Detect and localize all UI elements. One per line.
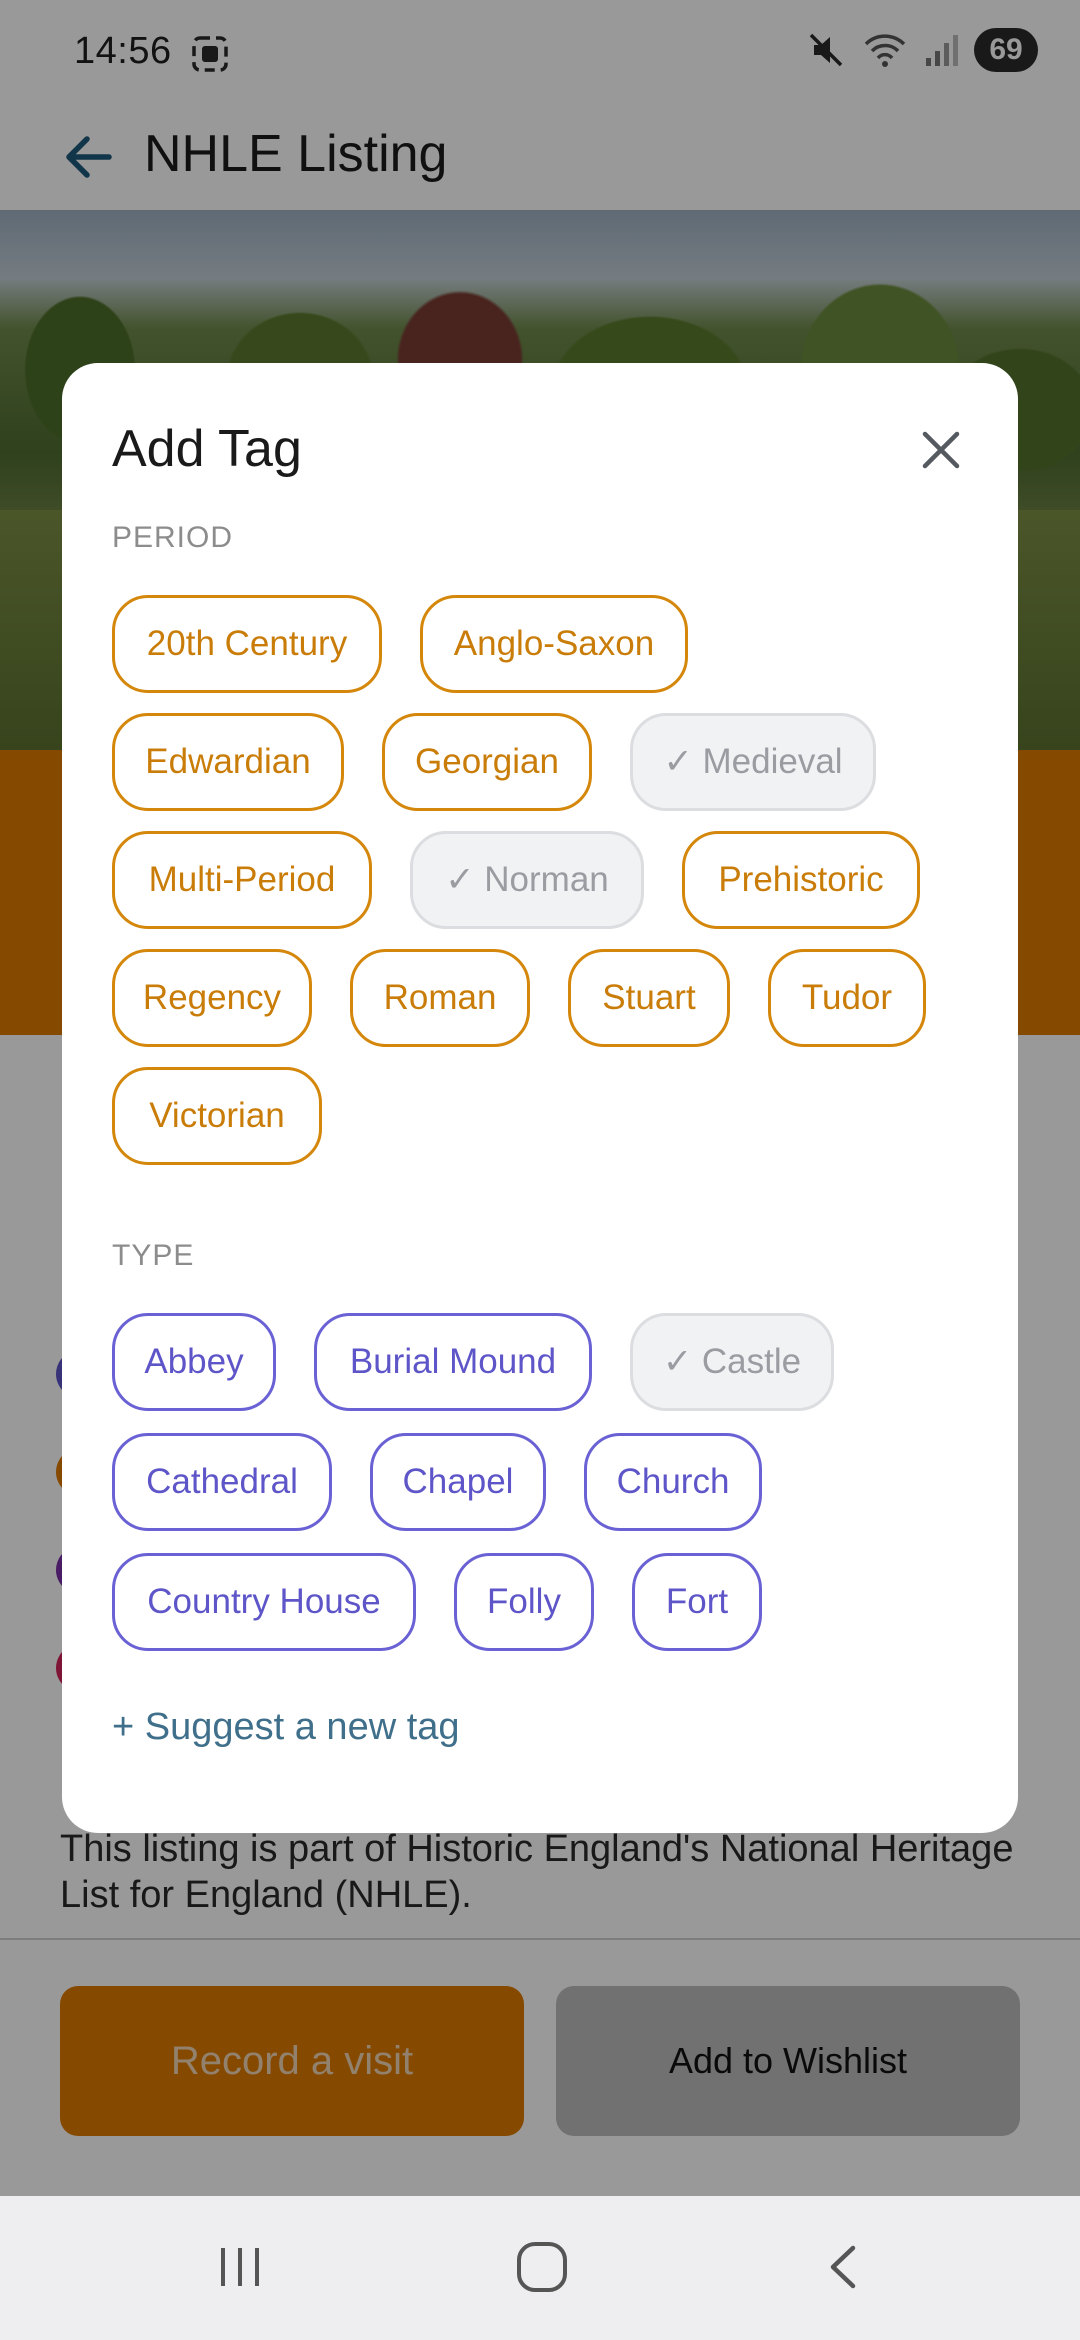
tag-chip-folly[interactable]: Folly: [454, 1553, 594, 1651]
tag-chip-multi-period[interactable]: Multi-Period: [112, 831, 372, 929]
tag-chip-anglo-saxon[interactable]: Anglo-Saxon: [420, 595, 688, 693]
tag-chip-church[interactable]: Church: [584, 1433, 762, 1531]
tag-chip-medieval[interactable]: ✓ Medieval: [630, 713, 876, 811]
period-section-label: PERIOD: [112, 521, 234, 554]
type-section-label: TYPE: [112, 1239, 195, 1272]
add-tag-dialog: Add Tag PERIOD 20th Century Anglo-Saxon …: [62, 363, 1018, 1833]
tag-chip-roman[interactable]: Roman: [350, 949, 530, 1047]
tag-chip-georgian[interactable]: Georgian: [382, 713, 592, 811]
tag-chip-castle[interactable]: ✓ Castle: [630, 1313, 834, 1411]
dialog-title: Add Tag: [112, 420, 302, 478]
tag-chip-20th-century[interactable]: 20th Century: [112, 595, 382, 693]
tag-chip-tudor[interactable]: Tudor: [768, 949, 926, 1047]
suggest-new-tag-link[interactable]: + Suggest a new tag: [112, 1706, 460, 1749]
tag-chip-country-house[interactable]: Country House: [112, 1553, 416, 1651]
tag-chip-regency[interactable]: Regency: [112, 949, 312, 1047]
tag-chip-prehistoric[interactable]: Prehistoric: [682, 831, 920, 929]
tag-chip-chapel[interactable]: Chapel: [370, 1433, 546, 1531]
tag-chip-victorian[interactable]: Victorian: [112, 1067, 322, 1165]
tag-chip-norman[interactable]: ✓ Norman: [410, 831, 644, 929]
system-nav-bar: [0, 2196, 1080, 2340]
tag-chip-edwardian[interactable]: Edwardian: [112, 713, 344, 811]
recent-apps-icon[interactable]: [200, 2232, 280, 2302]
tag-chip-stuart[interactable]: Stuart: [568, 949, 730, 1047]
home-icon[interactable]: [502, 2232, 582, 2302]
tag-chip-cathedral[interactable]: Cathedral: [112, 1433, 332, 1531]
tag-chip-abbey[interactable]: Abbey: [112, 1313, 276, 1411]
tag-chip-fort[interactable]: Fort: [632, 1553, 762, 1651]
tag-chip-burial-mound[interactable]: Burial Mound: [314, 1313, 592, 1411]
close-icon[interactable]: [906, 415, 976, 485]
back-icon[interactable]: [804, 2232, 884, 2302]
